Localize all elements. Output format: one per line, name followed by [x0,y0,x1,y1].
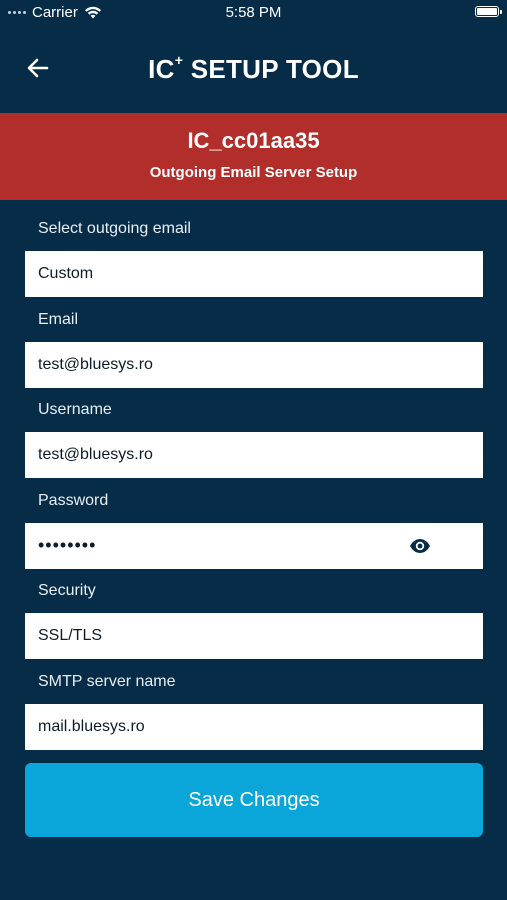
app-title: IC+ SETUP TOOL [0,52,507,85]
security-group: Security SSL/TLS [25,562,483,659]
password-group: Password •••••••• [25,472,483,569]
security-label: Security [38,582,96,599]
security-value: SSL/TLS [38,627,103,644]
battery-icon [475,6,502,17]
password-label: Password [38,491,109,509]
eye-icon[interactable] [409,536,431,556]
select-email-value: Custom [38,265,94,282]
status-bar: Carrier 5:58 PM [0,0,507,26]
smtp-server-group: SMTP server name mail.bluesys.ro [25,653,483,750]
email-group: Email test@bluesys.ro [25,291,483,388]
smtp-server-field[interactable]: mail.bluesys.ro [25,703,483,750]
banner-subtitle: Outgoing Email Server Setup [149,164,358,181]
email-value: test@bluesys.ro [38,355,153,373]
password-value: •••••••• [38,535,97,555]
status-time: 5:58 PM [225,4,282,21]
smtp-server-label: SMTP server name [38,672,176,690]
select-email-group: Select outgoing email Custom [25,200,483,297]
save-changes-button[interactable]: Save Changes [25,763,483,837]
select-email-label: Select outgoing email [38,220,191,237]
username-label: Username [38,401,112,418]
email-label: Email [38,310,79,328]
app-header: IC+ SETUP TOOL [0,40,507,100]
smtp-server-value: mail.bluesys.ro [38,717,145,735]
email-setup-form: Select outgoing email Custom Email test@… [25,200,483,750]
username-group: Username test@bluesys.ro [25,381,483,478]
device-id: IC_cc01aa35 [187,128,320,153]
device-banner: IC_cc01aa35 Outgoing Email Server Setup [0,113,507,200]
app-title-main: IC [148,54,175,84]
app-title-rest: SETUP TOOL [183,54,359,84]
app-title-sup: + [174,52,184,68]
username-value: test@bluesys.ro [38,446,153,463]
